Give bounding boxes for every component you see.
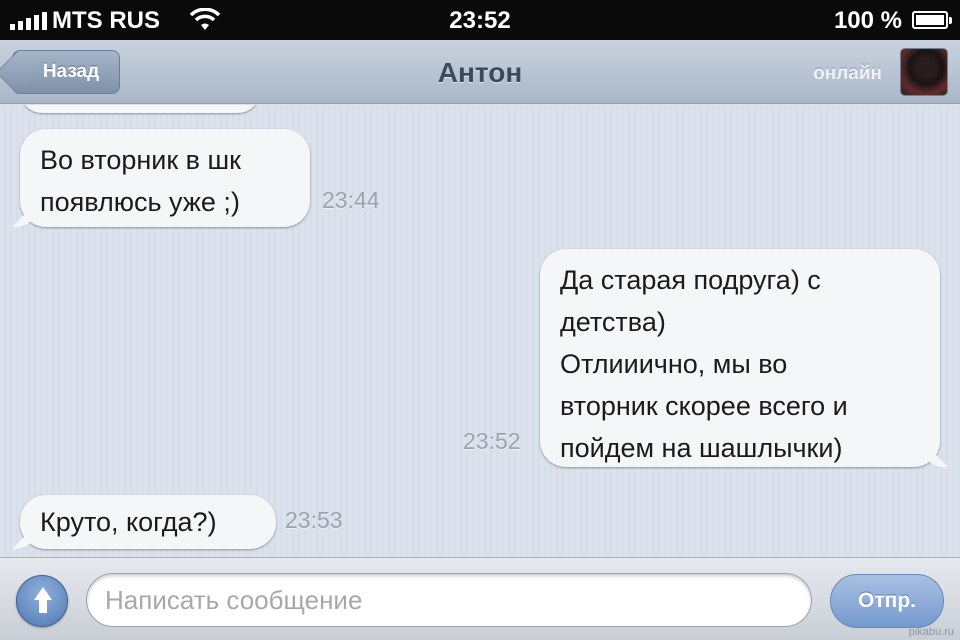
message-text: Да старая подруга) с детства) Отлииично,… bbox=[560, 265, 848, 463]
composer-bar: Отпр. pikabu.ru bbox=[0, 557, 960, 640]
message-bubble-outgoing[interactable]: Да старая подруга) с детства) Отлииично,… bbox=[540, 249, 940, 467]
battery-percent: 100 % bbox=[833, 7, 902, 34]
watermark: pikabu.ru bbox=[908, 626, 954, 638]
send-button[interactable]: Отпр. bbox=[830, 574, 944, 628]
arrow-up-icon[interactable] bbox=[16, 575, 68, 627]
message-bubble-incoming[interactable]: Во вторник в шк появлюсь уже ;) bbox=[20, 129, 310, 227]
message-bubble-incoming[interactable]: Круто, когда?) bbox=[20, 495, 276, 549]
navigation-bar: Назад Антон онлайн bbox=[0, 40, 960, 104]
back-button[interactable]: Назад bbox=[12, 50, 120, 94]
presence-status: онлайн bbox=[813, 63, 882, 84]
message-text: Круто, когда?) bbox=[40, 507, 217, 537]
status-time: 23:52 bbox=[449, 7, 511, 34]
battery-icon bbox=[912, 11, 952, 29]
message-time: 23:44 bbox=[322, 187, 380, 213]
message-time: 23:52 bbox=[463, 428, 521, 454]
message-bubble-previous bbox=[20, 105, 260, 113]
message-list[interactable]: Во вторник в шк появлюсь уже ;) 23:44 Да… bbox=[0, 105, 960, 557]
message-time: 23:53 bbox=[285, 507, 343, 533]
back-button-label: Назад bbox=[42, 61, 100, 82]
status-bar: MTS RUS 23:52 100 % bbox=[0, 0, 960, 40]
message-text: Во вторник в шк появлюсь уже ;) bbox=[40, 145, 241, 217]
message-input[interactable] bbox=[86, 573, 812, 627]
contact-avatar[interactable] bbox=[900, 48, 948, 96]
